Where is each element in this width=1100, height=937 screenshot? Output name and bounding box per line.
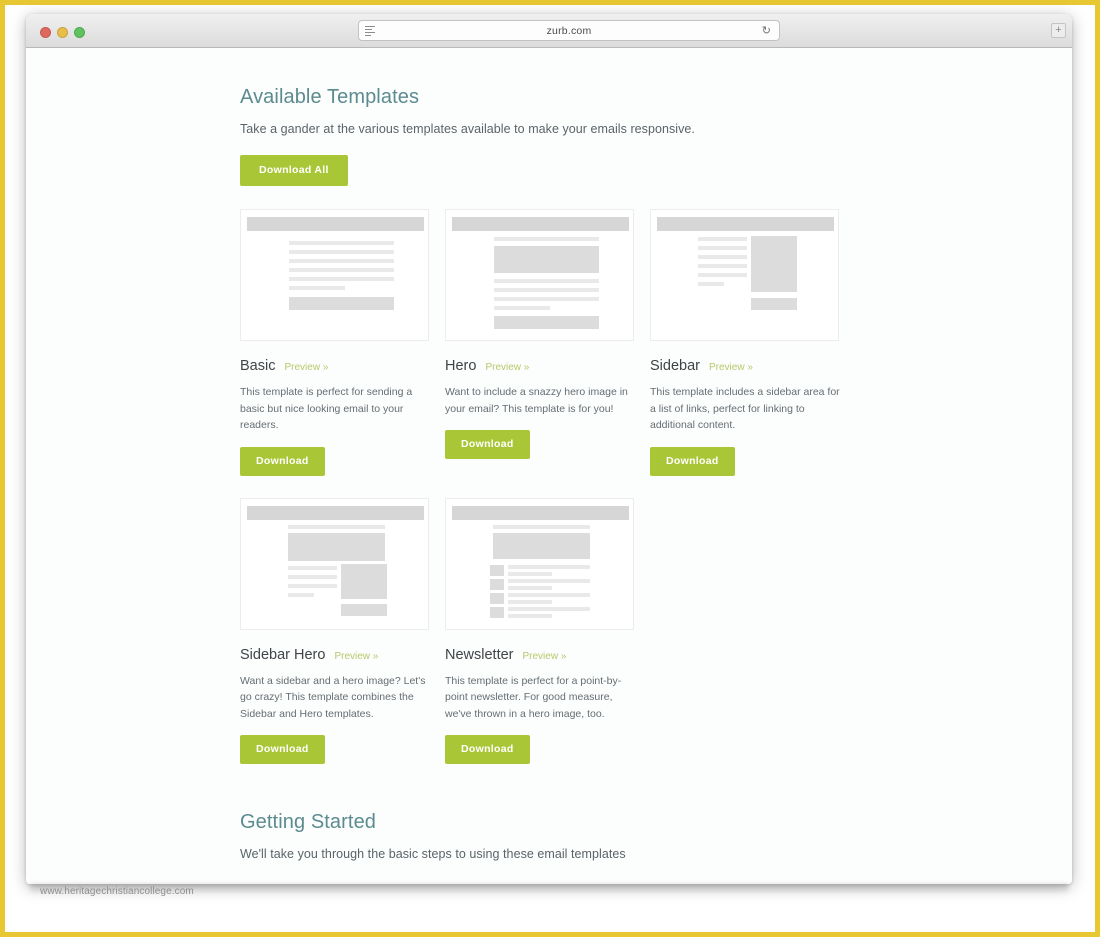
download-button-hero[interactable]: Download xyxy=(445,430,530,459)
template-name-row: Sidebar Hero Preview » xyxy=(240,647,443,663)
preview-link[interactable]: Preview » xyxy=(709,362,753,373)
template-description: This template is perfect for a point-by-… xyxy=(445,674,622,720)
available-templates-subtitle: Take a gander at the various templates a… xyxy=(240,122,695,136)
page-viewport[interactable]: Available Templates Take a gander at the… xyxy=(26,48,1072,884)
download-button-wrap: Download xyxy=(240,735,443,764)
template-description: This template includes a sidebar area fo… xyxy=(650,386,840,431)
page-title-available-templates: Available Templates xyxy=(240,86,420,108)
download-button-wrap: Download xyxy=(240,446,443,476)
template-name-row: Sidebar Preview » xyxy=(650,358,853,374)
download-button-newsletter[interactable]: Download xyxy=(445,735,530,764)
minimize-window-button[interactable] xyxy=(57,27,68,38)
template-card-empty-slot xyxy=(650,498,853,765)
download-button-wrap: Download xyxy=(650,446,853,476)
template-card-hero: Hero Preview » Want to include a snazzy … xyxy=(445,209,648,476)
reload-icon[interactable]: ↻ xyxy=(762,25,771,38)
template-description: Want to include a snazzy hero image in y… xyxy=(445,386,628,415)
new-tab-button[interactable]: + xyxy=(1051,23,1066,38)
template-name-row: Basic Preview » xyxy=(240,358,443,374)
sidebar-wireframe-thumbnail xyxy=(650,209,839,341)
template-description: Want a sidebar and a hero image? Let's g… xyxy=(240,674,426,720)
template-card-newsletter: Newsletter Preview » This template is pe… xyxy=(445,497,648,764)
reader-view-icon[interactable] xyxy=(365,26,375,36)
template-description: This template is perfect for sending a b… xyxy=(240,386,413,431)
newsletter-wireframe-thumbnail xyxy=(445,497,634,630)
browser-titlebar: zurb.com ↻ + xyxy=(26,14,1072,48)
url-text: zurb.com xyxy=(546,24,592,37)
preview-link[interactable]: Preview » xyxy=(284,362,328,373)
maximize-window-button[interactable] xyxy=(74,27,85,38)
download-all-button[interactable]: Download All xyxy=(240,155,348,186)
template-card-basic: Basic Preview » This template is perfect… xyxy=(240,209,443,476)
page-content: Available Templates Take a gander at the… xyxy=(240,48,880,884)
template-name: Newsletter xyxy=(445,646,514,663)
download-button-sidebar[interactable]: Download xyxy=(650,446,735,476)
preview-link[interactable]: Preview » xyxy=(523,651,567,662)
template-name-row: Hero Preview » xyxy=(445,358,648,374)
address-bar[interactable]: zurb.com ↻ xyxy=(358,20,780,41)
template-card-sidebar-hero: Sidebar Hero Preview » Want a sidebar an… xyxy=(240,497,443,764)
close-window-button[interactable] xyxy=(40,27,51,38)
download-button-basic[interactable]: Download xyxy=(240,446,325,476)
basic-wireframe-thumbnail xyxy=(240,209,429,341)
template-card-sidebar: Sidebar Preview » This template includes… xyxy=(650,209,853,476)
template-row-2: Sidebar Hero Preview » Want a sidebar an… xyxy=(240,497,880,765)
sidebar-hero-wireframe-thumbnail xyxy=(240,497,429,630)
template-name: Hero xyxy=(445,358,477,374)
browser-window: zurb.com ↻ + Available Templates Take a … xyxy=(26,14,1072,884)
hero-wireframe-thumbnail xyxy=(445,209,634,341)
preview-link[interactable]: Preview » xyxy=(485,362,529,373)
preview-link[interactable]: Preview » xyxy=(334,651,378,662)
window-traffic-lights xyxy=(40,27,85,38)
template-row-1: Basic Preview » This template is perfect… xyxy=(240,209,880,476)
template-name: Sidebar Hero xyxy=(240,646,326,663)
download-button-wrap: Download xyxy=(445,430,648,459)
template-name-row: Newsletter Preview » xyxy=(445,647,648,663)
download-button-wrap: Download xyxy=(445,735,648,764)
template-name: Basic xyxy=(240,358,276,374)
getting-started-section: Getting Started We'll take you through t… xyxy=(240,811,880,884)
template-name: Sidebar xyxy=(650,358,700,374)
getting-started-subtitle: We'll take you through the basic steps t… xyxy=(240,847,626,861)
download-button-sidebar-hero[interactable]: Download xyxy=(240,735,325,764)
page-title-getting-started: Getting Started xyxy=(240,811,377,833)
watermark-text: www.heritagechristiancollege.com xyxy=(40,886,194,897)
